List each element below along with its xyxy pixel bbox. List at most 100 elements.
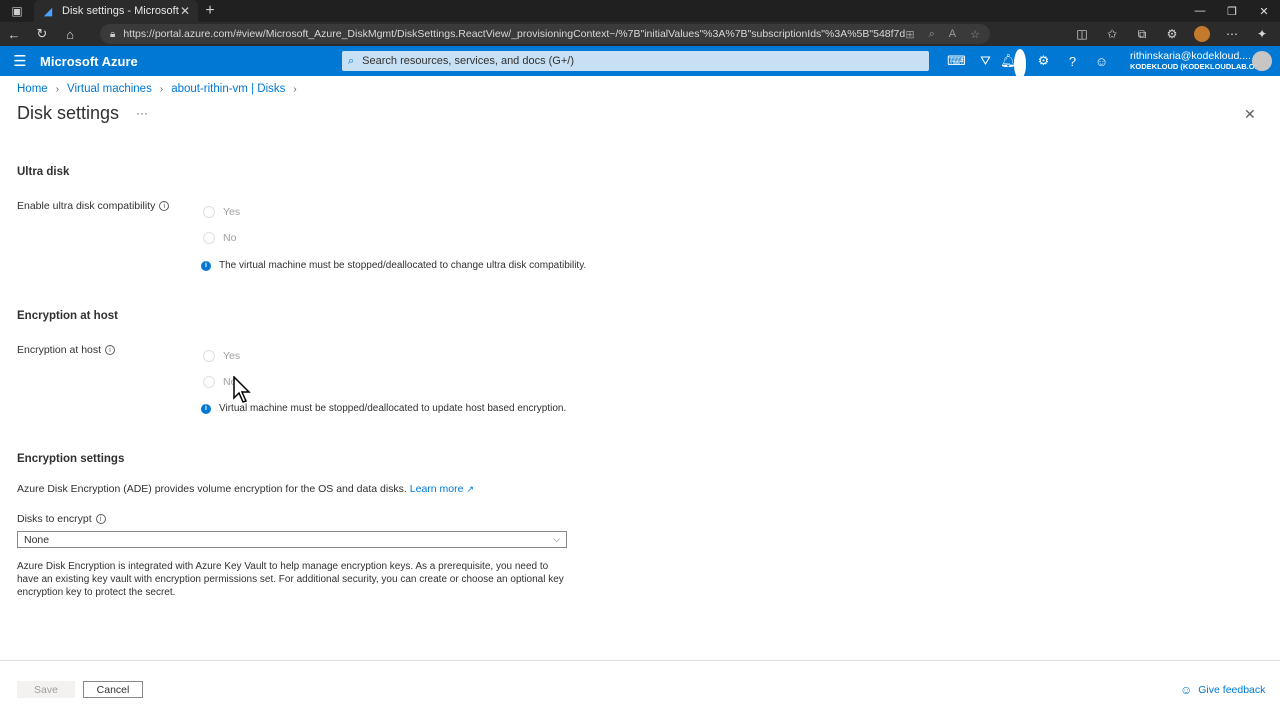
radio-circle-icon: [203, 350, 215, 362]
zoom-icon[interactable]: ⌕: [929, 28, 935, 41]
blade-footer: [0, 660, 1280, 720]
encryption-at-host-heading: Encryption at host: [17, 310, 118, 322]
notice-text: Virtual machine must be stopped/dealloca…: [219, 403, 567, 414]
ultra-disk-notice: i The virtual machine must be stopped/de…: [201, 260, 586, 271]
tab-close-icon[interactable]: ✕: [180, 4, 190, 18]
dropdown-value: None: [24, 533, 50, 546]
directory-filter-icon[interactable]: ⛛: [971, 46, 1000, 76]
give-feedback-link[interactable]: ☺ Give feedback: [1180, 683, 1265, 697]
global-search[interactable]: ⌕: [342, 51, 929, 71]
key-vault-description: Azure Disk Encryption is integrated with…: [17, 561, 564, 598]
breadcrumb: Home › Virtual machines › about-rithin-v…: [17, 83, 305, 95]
ade-text: Azure Disk Encryption (ADE) provides vol…: [17, 483, 407, 495]
search-icon: ⌕: [348, 54, 355, 67]
cancel-button[interactable]: Cancel: [83, 681, 143, 698]
external-link-icon: ↗: [466, 484, 475, 494]
info-icon[interactable]: i: [95, 514, 106, 524]
breadcrumb-home[interactable]: Home: [17, 83, 48, 95]
new-tab-button[interactable]: +: [198, 0, 222, 22]
azure-favicon-icon: ◢: [43, 5, 53, 18]
window-close-icon[interactable]: ✕: [1248, 0, 1280, 22]
encryption-at-host-label-text: Encryption at host: [17, 344, 102, 356]
disks-to-encrypt-dropdown[interactable]: None ⌵: [17, 531, 567, 548]
url-text: https://portal.azure.com/#view/Microsoft…: [123, 28, 906, 40]
info-filled-icon: i: [201, 403, 211, 414]
ultra-disk-label: Enable ultra disk compatibility i: [17, 200, 170, 212]
breadcrumb-vm-disks[interactable]: about-rithin-vm | Disks: [171, 83, 285, 95]
profile-icon[interactable]: [1190, 26, 1214, 42]
radio-circle-icon: [203, 376, 215, 388]
avatar[interactable]: [1252, 51, 1272, 71]
favorite-star-icon[interactable]: ☆: [970, 28, 980, 41]
notice-text: The virtual machine must be stopped/deal…: [219, 260, 587, 271]
browser-address-bar: ← ↻ ⌂ 🔒︎ https://portal.azure.com/#view/…: [0, 22, 1280, 46]
ultra-disk-label-text: Enable ultra disk compatibility: [17, 200, 156, 212]
page-title: Disk settings: [17, 103, 120, 123]
minimize-icon[interactable]: —: [1184, 0, 1216, 22]
ultra-disk-no-radio[interactable]: No: [203, 232, 236, 244]
feedback-person-icon[interactable]: ☺: [1087, 46, 1116, 76]
info-filled-icon: i: [201, 260, 211, 271]
save-button[interactable]: Save: [17, 681, 75, 698]
browser-tab[interactable]: ◢ Disk settings - Microsoft Azure ✕: [34, 0, 198, 22]
mouse-cursor-icon: [233, 376, 251, 403]
radio-circle-icon: [203, 232, 215, 244]
encryption-host-no-radio[interactable]: No: [203, 376, 236, 388]
app-available-icon[interactable]: ⊞: [905, 28, 914, 41]
encryption-settings-heading: Encryption settings: [17, 453, 125, 465]
favorites-icon[interactable]: ✩: [1100, 27, 1124, 41]
browser-more-icon[interactable]: ⋯: [1220, 27, 1244, 41]
radio-circle-icon: [203, 206, 215, 218]
extensions-icon[interactable]: ⚙︎: [1160, 27, 1184, 41]
chevron-right-icon: ›: [293, 83, 297, 95]
url-field[interactable]: 🔒︎ https://portal.azure.com/#view/Micros…: [100, 24, 990, 44]
azure-brand[interactable]: Microsoft Azure: [40, 54, 340, 69]
info-icon[interactable]: i: [105, 345, 116, 355]
feedback-icon: ☺: [1180, 683, 1193, 697]
encryption-host-notice: i Virtual machine must be stopped/deallo…: [201, 403, 566, 414]
browser-tab-title: Disk settings - Microsoft Azure: [62, 5, 180, 17]
azure-header: ☰ Microsoft Azure ⌕ ⌨ ⛛ 🔔︎2 ⚙ ? ☺ rithin…: [0, 46, 1280, 79]
ultra-disk-yes-radio[interactable]: Yes: [203, 206, 240, 218]
notifications-icon[interactable]: 🔔︎ 2: [1000, 46, 1029, 79]
close-blade-icon[interactable]: ✕: [1244, 106, 1256, 123]
settings-gear-icon[interactable]: ⚙: [1029, 46, 1058, 76]
radio-label: Yes: [223, 206, 241, 218]
workspaces-icon[interactable]: ▣: [0, 0, 34, 22]
account-menu[interactable]: rithinskaria@kodekloud.... KODEKLOUD (KO…: [1130, 50, 1261, 71]
browser-tab-bar: ▣ ◢ Disk settings - Microsoft Azure ✕ + …: [0, 0, 1280, 22]
chevron-right-icon: ›: [55, 83, 60, 95]
copilot-icon[interactable]: ✦: [1250, 27, 1274, 41]
radio-label: No: [223, 232, 237, 244]
chevron-down-icon: ⌵: [553, 534, 560, 544]
read-aloud-icon[interactable]: A: [949, 28, 956, 41]
cloud-shell-icon[interactable]: ⌨: [942, 46, 971, 76]
more-options-icon[interactable]: ···: [136, 106, 148, 120]
notification-badge: 2: [1013, 49, 1026, 79]
give-feedback-text: Give feedback: [1198, 684, 1266, 696]
disks-to-encrypt-label: Disks to encrypt i: [17, 513, 106, 525]
help-icon[interactable]: ?: [1058, 46, 1087, 76]
portal-menu-icon[interactable]: ☰: [0, 46, 40, 76]
account-name: rithinskaria@kodekloud....: [1130, 50, 1251, 62]
back-icon[interactable]: ←: [0, 22, 28, 46]
encryption-at-host-label: Encryption at host i: [17, 344, 116, 356]
breadcrumb-virtual-machines[interactable]: Virtual machines: [67, 83, 152, 95]
encryption-host-yes-radio[interactable]: Yes: [203, 350, 240, 362]
window-controls: — ❐ ✕: [1184, 0, 1280, 22]
restore-icon[interactable]: ❐: [1216, 0, 1248, 22]
chevron-right-icon: ›: [159, 83, 164, 95]
split-screen-icon[interactable]: ◫: [1070, 27, 1094, 41]
collections-icon[interactable]: ⧉: [1130, 27, 1154, 42]
lock-icon: 🔒︎: [110, 28, 116, 40]
learn-more-text: Learn more: [409, 483, 464, 495]
radio-label: Yes: [223, 350, 241, 362]
disks-to-encrypt-label-text: Disks to encrypt: [17, 513, 92, 525]
refresh-icon[interactable]: ↻: [28, 22, 56, 46]
info-icon[interactable]: i: [159, 201, 170, 211]
account-tenant: KODEKLOUD (KODEKLOUDLAB.O...: [1130, 62, 1261, 71]
ade-description: Azure Disk Encryption (ADE) provides vol…: [17, 483, 474, 495]
home-icon[interactable]: ⌂: [56, 22, 84, 46]
global-search-input[interactable]: [362, 55, 929, 67]
learn-more-link[interactable]: Learn more ↗: [410, 483, 474, 495]
